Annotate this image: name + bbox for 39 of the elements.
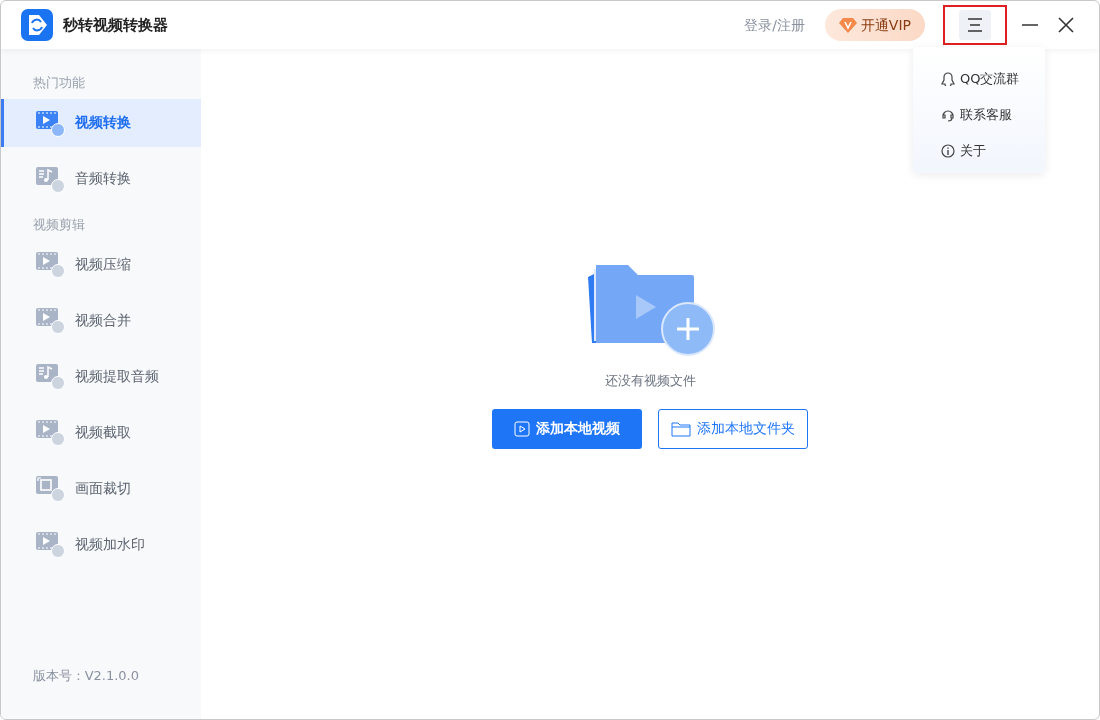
section-title: 热门功能 (32, 74, 86, 92)
frame-icon (35, 474, 65, 502)
sidebar-item[interactable]: 视频转换 (1, 98, 201, 147)
app-logo (21, 9, 53, 41)
sidebar-item[interactable]: 视频截取 (1, 408, 201, 456)
menu-item[interactable]: QQ交流群 (913, 61, 1045, 97)
sidebar-item[interactable]: 视频合并 (1, 296, 201, 344)
add-video-button[interactable]: 添加本地视频 (492, 408, 642, 449)
close-icon (1057, 16, 1075, 34)
login-link[interactable]: 登录/注册 (744, 14, 805, 36)
vip-button[interactable]: 开通VIP (824, 9, 925, 41)
music-icon (35, 164, 65, 193)
film-icon (35, 108, 65, 137)
film-icon (35, 530, 65, 558)
penguin-icon (941, 72, 955, 86)
menu-icon (966, 17, 984, 33)
film-icon (35, 418, 65, 446)
film-icon (35, 306, 65, 334)
sidebar-item[interactable]: 音频转换 (1, 154, 201, 203)
play-icon (514, 420, 530, 437)
info-icon (941, 144, 955, 158)
sidebar-item[interactable]: 视频加水印 (1, 520, 201, 568)
section-title: 视频剪辑 (32, 215, 86, 234)
menu-button[interactable] (959, 10, 991, 40)
headset-icon (941, 108, 955, 122)
version-text: 版本号 : V2.1.0.0 (32, 666, 141, 685)
app-title: 秒转视频转换器 (63, 14, 168, 36)
minimize-icon (1021, 24, 1039, 26)
menu-item[interactable]: 关于 (913, 133, 1045, 169)
menu-item[interactable]: 联系客服 (913, 97, 1045, 133)
sidebar-item[interactable]: 视频提取音频 (1, 352, 201, 400)
empty-state-text: 还没有视频文件 (604, 372, 696, 390)
film-icon (35, 250, 65, 278)
folder-icon (671, 420, 691, 437)
diamond-icon (838, 17, 857, 33)
music-icon (35, 362, 65, 390)
sidebar-item[interactable]: 视频压缩 (1, 240, 201, 288)
sidebar-item[interactable]: 画面裁切 (1, 464, 201, 512)
add-folder-button[interactable]: 添加本地文件夹 (658, 408, 808, 449)
